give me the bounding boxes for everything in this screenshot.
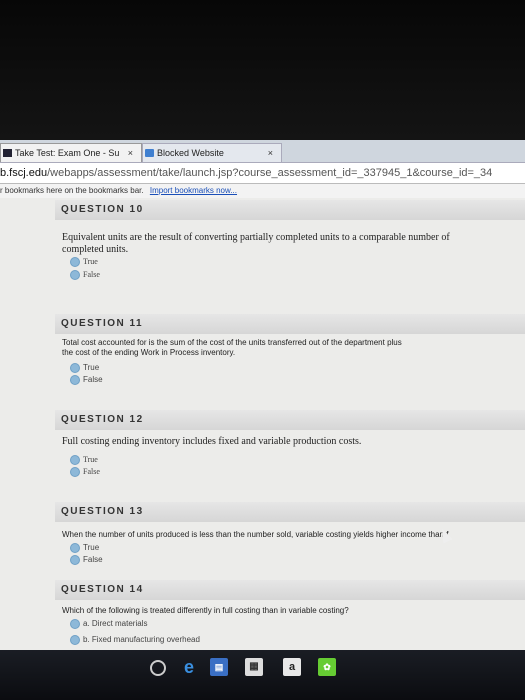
question-14-text: Which of the following is treated differ… — [62, 606, 349, 615]
bookmarks-hint: r bookmarks here on the bookmarks bar. — [0, 186, 144, 195]
store-icon[interactable]: ▦ — [245, 658, 263, 676]
question-12-header: QUESTION 12 — [55, 410, 525, 430]
radio-icon[interactable] — [70, 618, 80, 629]
radio-icon[interactable] — [70, 362, 80, 373]
taskbar: e ▤ ▦ a ✿ — [0, 650, 525, 700]
question-10-header: QUESTION 10 — [55, 200, 525, 220]
tab-take-test[interactable]: Take Test: Exam One - Su × — [0, 143, 142, 162]
monitor-bezel — [0, 0, 525, 140]
url-host: b.fscj.edu — [0, 167, 48, 179]
close-tab-icon[interactable]: × — [128, 144, 133, 163]
question-10-option-true[interactable]: True — [70, 256, 98, 268]
url-path: /webapps/assessment/take/launch.jsp?cour… — [47, 167, 493, 179]
amazon-icon[interactable]: a — [283, 658, 301, 676]
question-13-option-false[interactable]: False — [70, 554, 103, 565]
radio-icon[interactable] — [70, 257, 80, 268]
question-14-header: QUESTION 14 — [55, 580, 525, 600]
bookmarks-bar: r bookmarks here on the bookmarks bar. I… — [0, 184, 525, 198]
tab-bar: Take Test: Exam One - Su × Blocked Websi… — [0, 140, 525, 163]
app-icon[interactable]: ✿ — [318, 658, 336, 676]
close-tab-icon[interactable]: × — [268, 144, 273, 163]
question-10-text: Equivalent units are the result of conve… — [62, 232, 450, 255]
question-11-option-true[interactable]: True — [70, 362, 99, 373]
question-11-text: Total cost accounted for is the sum of t… — [62, 338, 402, 357]
radio-icon[interactable] — [70, 270, 80, 281]
import-bookmarks-link[interactable]: Import bookmarks now... — [150, 186, 237, 195]
question-14-option-b[interactable]: b. Fixed manufacturing overhead — [70, 634, 200, 645]
question-13-text: When the number of units produced is les… — [62, 530, 449, 539]
radio-icon[interactable] — [70, 634, 80, 645]
question-12-text: Full costing ending inventory includes f… — [62, 436, 362, 447]
radio-icon[interactable] — [70, 554, 80, 565]
radio-icon[interactable] — [70, 374, 80, 385]
task-view-icon[interactable] — [150, 660, 166, 676]
question-14-option-a[interactable]: a. Direct materials — [70, 618, 147, 629]
tab-blocked-website[interactable]: Blocked Website × — [142, 143, 282, 162]
edge-icon[interactable]: e — [180, 658, 198, 676]
blackboard-favicon-icon — [3, 149, 12, 157]
blocked-favicon-icon — [145, 149, 154, 157]
radio-icon[interactable] — [70, 455, 80, 466]
question-13-header: QUESTION 13 — [55, 502, 525, 522]
tab-title: Take Test: Exam One - Su — [15, 148, 120, 158]
question-11-header: QUESTION 11 — [55, 314, 525, 334]
address-bar[interactable]: b.fscj.edu/webapps/assessment/take/launc… — [0, 163, 525, 184]
question-13-option-true[interactable]: True — [70, 542, 99, 553]
browser-window: Take Test: Exam One - Su × Blocked Websi… — [0, 140, 525, 650]
radio-icon[interactable] — [70, 467, 80, 478]
question-12-option-false[interactable]: False — [70, 466, 100, 478]
test-content: QUESTION 10 Equivalent units are the res… — [0, 198, 525, 650]
radio-icon[interactable] — [70, 542, 80, 553]
question-11-option-false[interactable]: False — [70, 374, 103, 385]
file-explorer-icon[interactable]: ▤ — [210, 658, 228, 676]
question-10-option-false[interactable]: False — [70, 269, 100, 281]
tab-title: Blocked Website — [157, 148, 224, 158]
question-12-option-true[interactable]: True — [70, 454, 98, 466]
